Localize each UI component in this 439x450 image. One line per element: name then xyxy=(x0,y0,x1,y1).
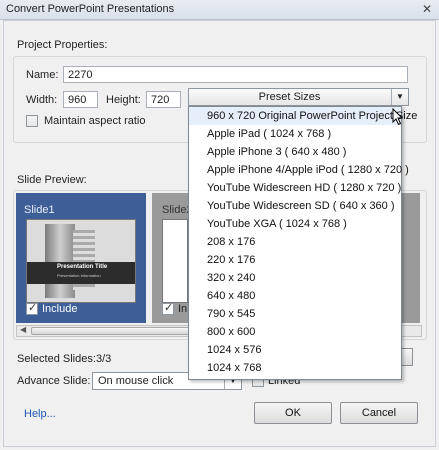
preset-option[interactable]: Apple iPhone 3 ( 640 x 480 ) xyxy=(189,143,401,161)
preset-option[interactable]: YouTube Widescreen HD ( 1280 x 720 ) xyxy=(189,179,401,197)
slide-3-tile-edge[interactable] xyxy=(402,193,420,323)
slide-1-subtitle: Presentation Information xyxy=(57,273,101,278)
chevron-down-icon[interactable]: ▼ xyxy=(391,89,408,105)
slide-1-title: Presentation Title xyxy=(57,264,108,270)
slide-1-tile[interactable]: Slide1 Presentation Title Presentation I… xyxy=(16,193,146,323)
cancel-button[interactable]: Cancel xyxy=(340,402,418,424)
selection-button-edge[interactable] xyxy=(401,348,413,366)
slide-1-include-checkbox[interactable]: ✓ xyxy=(26,302,38,315)
close-icon[interactable]: ✕ xyxy=(419,2,435,16)
preset-option[interactable]: 208 x 176 xyxy=(189,233,401,251)
preset-option[interactable]: 790 x 545 xyxy=(189,305,401,323)
project-properties-label: Project Properties: xyxy=(17,39,108,51)
slide-1-title-band: Presentation Title Presentation Informat… xyxy=(27,262,135,284)
checkmark-icon: ✓ xyxy=(164,302,174,314)
help-link[interactable]: Help... xyxy=(24,408,56,420)
preset-option[interactable]: 960 x 720 Original PowerPoint Project Si… xyxy=(189,107,417,125)
slide-1-thumbnail: Presentation Title Presentation Informat… xyxy=(26,219,136,303)
height-label: Height: xyxy=(106,94,141,106)
scrollbar-thumb[interactable] xyxy=(31,327,207,335)
slide-2-thumbnail xyxy=(162,219,188,303)
checkmark-icon: ✓ xyxy=(28,302,38,314)
slide-2-tile[interactable]: Slide2 ✓ In xyxy=(152,193,193,323)
building-image xyxy=(45,224,75,298)
scroll-left-icon[interactable]: ◀ xyxy=(20,325,26,334)
slide-2-include-label: In xyxy=(178,303,188,315)
preset-sizes-combo[interactable]: Preset Sizes ▼ xyxy=(188,88,409,106)
preset-option[interactable]: Apple iPhone 4/Apple iPod ( 1280 x 720 ) xyxy=(189,161,409,179)
preset-option[interactable]: 640 x 480 xyxy=(189,287,401,305)
preset-option[interactable]: 320 x 240 xyxy=(189,269,401,287)
title-bar: Convert PowerPoint Presentations ✕ xyxy=(0,0,439,20)
slide-2-include-checkbox[interactable]: ✓ xyxy=(162,302,174,315)
preset-option[interactable]: 1024 x 576 xyxy=(189,341,401,359)
slide-preview-label: Slide Preview: xyxy=(17,174,87,186)
preset-option[interactable]: YouTube Widescreen SD ( 640 x 360 ) xyxy=(189,197,401,215)
preset-option[interactable]: 220 x 176 xyxy=(189,251,401,269)
preset-sizes-dropdown: 960 x 720 Original PowerPoint Project Si… xyxy=(188,106,417,380)
preset-option[interactable]: 800 x 600 xyxy=(189,323,401,341)
preset-option[interactable]: 1024 x 768 xyxy=(189,359,401,377)
selected-slides-label: Selected Slides: xyxy=(17,353,96,365)
preset-sizes-label: Preset Sizes xyxy=(258,91,321,103)
width-field[interactable]: 960 xyxy=(63,91,98,108)
selected-slides-value: 3/3 xyxy=(96,353,112,365)
mouse-cursor-icon xyxy=(392,108,404,126)
width-label: Width: xyxy=(26,94,58,106)
slide-1-include-label: Include xyxy=(42,303,78,315)
advance-slide-label: Advance Slide: xyxy=(17,375,91,387)
window-title: Convert PowerPoint Presentations xyxy=(6,3,175,15)
preset-option[interactable]: YouTube XGA ( 1024 x 768 ) xyxy=(189,215,401,233)
slide-1-label: Slide1 xyxy=(24,204,55,216)
name-label: Name: xyxy=(26,69,59,81)
height-field[interactable]: 720 xyxy=(146,91,181,108)
maintain-aspect-label: Maintain aspect ratio xyxy=(44,115,146,127)
ok-button[interactable]: OK xyxy=(254,402,332,424)
preset-option[interactable]: Apple iPad ( 1024 x 768 ) xyxy=(189,125,401,143)
name-field[interactable]: 2270 xyxy=(63,66,408,83)
maintain-aspect-checkbox[interactable] xyxy=(26,115,38,127)
